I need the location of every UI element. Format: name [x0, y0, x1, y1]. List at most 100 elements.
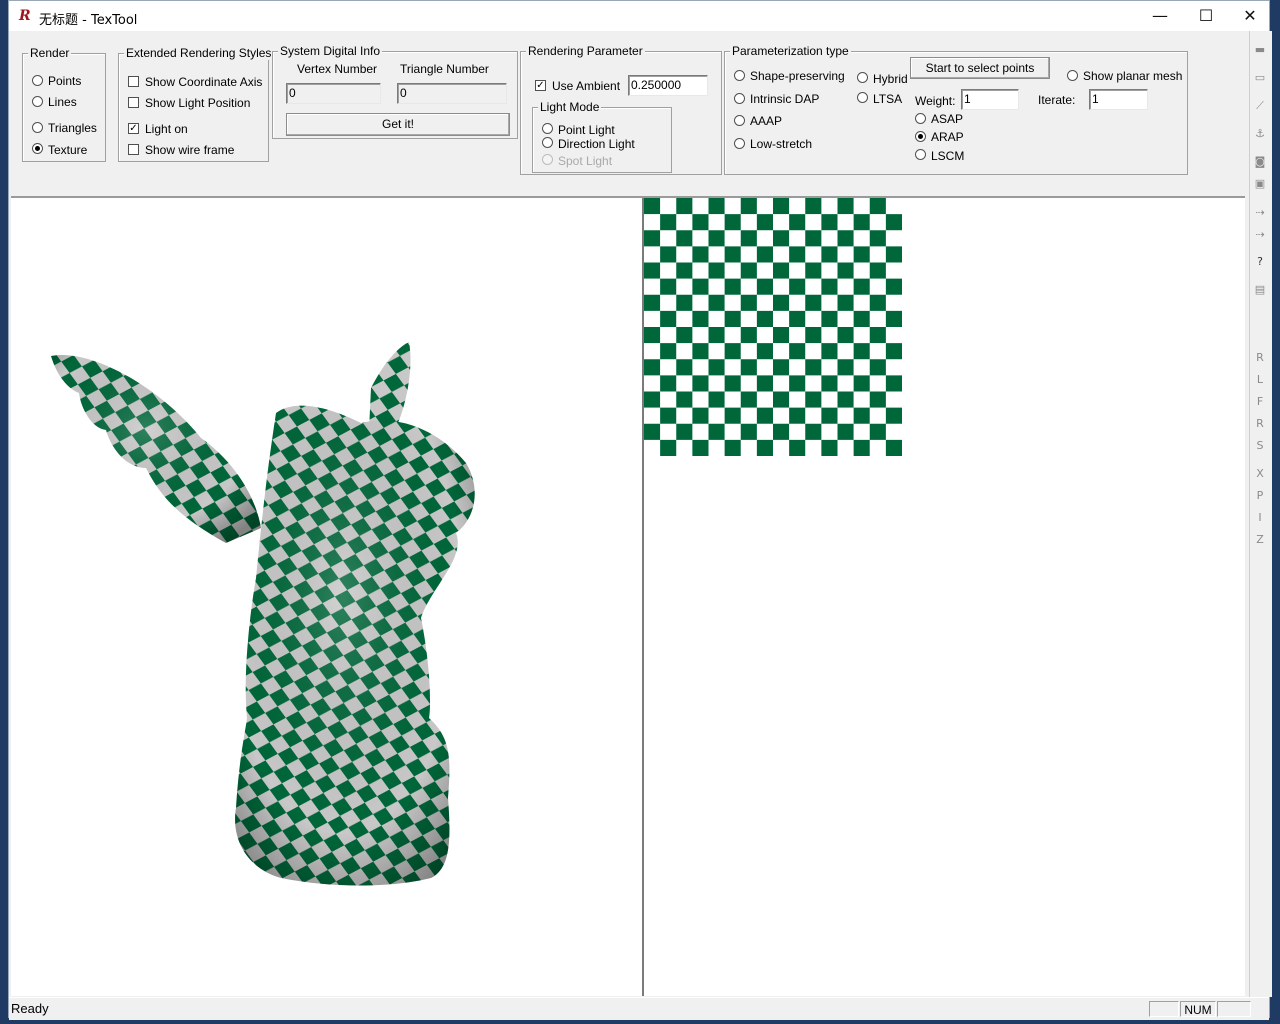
- weight-field[interactable]: 1: [961, 89, 1019, 110]
- title-bar[interactable]: R 无标题 - TexTool — ☐ ✕: [9, 1, 1269, 31]
- vertex-number-field[interactable]: 0: [286, 83, 381, 104]
- checker-cell: [708, 262, 725, 279]
- checker-cell: [740, 198, 758, 215]
- chart-icon: ⟋: [1256, 99, 1264, 112]
- spot-light-label: Spot Light: [558, 154, 613, 168]
- checker-cell: [773, 375, 790, 392]
- checker-cell: [644, 359, 661, 376]
- start-select-points-button[interactable]: Start to select points: [910, 57, 1050, 79]
- radio-arap[interactable]: [915, 131, 926, 142]
- checker-cell: [773, 439, 790, 456]
- arap-label[interactable]: ARAP: [931, 130, 964, 144]
- checker-cell: [821, 278, 838, 295]
- point-light-label[interactable]: Point Light: [558, 123, 615, 137]
- model-3d-view[interactable]: [11, 198, 642, 996]
- direction-light-label[interactable]: Direction Light: [558, 137, 635, 151]
- hybrid-label[interactable]: Hybrid: [873, 72, 908, 86]
- show-planar-mesh-label[interactable]: Show planar mesh: [1083, 69, 1182, 83]
- checker-cell: [756, 343, 774, 360]
- ltsa-label[interactable]: LTSA: [873, 92, 902, 106]
- strip-letter-f: F: [1256, 395, 1264, 408]
- show-axis-label[interactable]: Show Coordinate Axis: [145, 75, 262, 89]
- help-icon: ?: [1257, 255, 1263, 268]
- textured-gargoyle-model[interactable]: [11, 198, 642, 996]
- checker-cell: [885, 294, 902, 312]
- checker-cell: [676, 407, 693, 424]
- checkbox-show-light-position[interactable]: [128, 97, 139, 108]
- checker-cell: [692, 294, 709, 312]
- checker-cell: [869, 310, 887, 328]
- checkbox-wire-frame[interactable]: [128, 144, 139, 155]
- checker-cell: [708, 278, 725, 295]
- radio-texture[interactable]: [32, 143, 43, 154]
- lscm-label[interactable]: LSCM: [931, 149, 964, 163]
- checker-cell: [724, 375, 741, 392]
- use-ambient-label[interactable]: Use Ambient: [552, 79, 620, 93]
- radio-point-light[interactable]: [542, 123, 553, 134]
- checker-cell: [724, 391, 741, 408]
- wire-frame-label[interactable]: Show wire frame: [145, 143, 234, 157]
- radio-texture-label[interactable]: Texture: [48, 143, 87, 157]
- radio-points[interactable]: [32, 75, 43, 86]
- checkbox-use-ambient[interactable]: ✓: [535, 80, 546, 91]
- close-button[interactable]: ✕: [1227, 1, 1273, 31]
- checkbox-light-on[interactable]: ✓: [128, 123, 139, 134]
- checker-cell: [740, 246, 758, 263]
- checker-cell: [837, 407, 854, 424]
- radio-asap[interactable]: [915, 113, 926, 124]
- checker-cell: [676, 294, 693, 312]
- minimize-button[interactable]: —: [1137, 1, 1183, 31]
- texture-view[interactable]: [644, 198, 1245, 996]
- checker-cell: [708, 310, 725, 328]
- radio-low-stretch[interactable]: [734, 138, 745, 149]
- intrinsic-dap-label[interactable]: Intrinsic DAP: [750, 92, 819, 106]
- checker-cell: [724, 278, 741, 295]
- window-icon: ▣: [1254, 177, 1266, 190]
- radio-lscm[interactable]: [915, 149, 926, 160]
- radio-intrinsic-dap[interactable]: [734, 93, 745, 104]
- radio-direction-light[interactable]: [542, 137, 553, 148]
- radio-points-label[interactable]: Points: [48, 74, 81, 88]
- checker-cell: [789, 246, 806, 263]
- checker-cell: [869, 198, 887, 215]
- radio-lines[interactable]: [32, 96, 43, 107]
- triangle-number-field[interactable]: 0: [397, 83, 507, 104]
- shape-preserving-label[interactable]: Shape-preserving: [750, 69, 845, 83]
- radio-ltsa[interactable]: [857, 92, 868, 103]
- low-stretch-label[interactable]: Low-stretch: [750, 137, 812, 151]
- checker-cell: [773, 423, 790, 441]
- radio-lines-label[interactable]: Lines: [48, 95, 77, 109]
- checker-cell: [644, 407, 661, 424]
- maximize-button[interactable]: ☐: [1183, 1, 1229, 31]
- checker-cell: [756, 327, 774, 344]
- checker-cell: [869, 423, 887, 441]
- checker-cell: [740, 278, 758, 295]
- checker-cell: [773, 391, 790, 408]
- checker-cell: [644, 310, 661, 328]
- aaap-label[interactable]: AAAP: [750, 114, 782, 128]
- checker-cell: [724, 294, 741, 312]
- checker-cell: [853, 198, 870, 215]
- light-on-label[interactable]: Light on: [145, 122, 188, 136]
- iterate-field[interactable]: 1: [1089, 89, 1148, 110]
- checker-cell: [885, 198, 902, 215]
- strip-letter-l: L: [1256, 373, 1264, 386]
- checker-cell: [644, 423, 661, 441]
- show-light-position-label[interactable]: Show Light Position: [145, 96, 250, 110]
- checker-cell: [837, 246, 854, 263]
- checker-cell: [789, 391, 806, 408]
- radio-triangles-label[interactable]: Triangles: [48, 121, 97, 135]
- checker-cell: [853, 423, 870, 441]
- radio-show-planar-mesh[interactable]: [1067, 70, 1078, 81]
- radio-shape-preserving[interactable]: [734, 70, 745, 81]
- checker-cell: [740, 310, 758, 328]
- radio-aaap[interactable]: [734, 115, 745, 126]
- checker-cell: [869, 246, 887, 263]
- anchor-icon: ⚓: [1255, 127, 1265, 140]
- asap-label[interactable]: ASAP: [931, 112, 963, 126]
- checkbox-show-axis[interactable]: [128, 76, 139, 87]
- radio-hybrid[interactable]: [857, 72, 868, 83]
- ambient-value-field[interactable]: 0.250000: [628, 75, 708, 96]
- get-it-button[interactable]: Get it!: [286, 113, 510, 136]
- radio-triangles[interactable]: [32, 122, 43, 133]
